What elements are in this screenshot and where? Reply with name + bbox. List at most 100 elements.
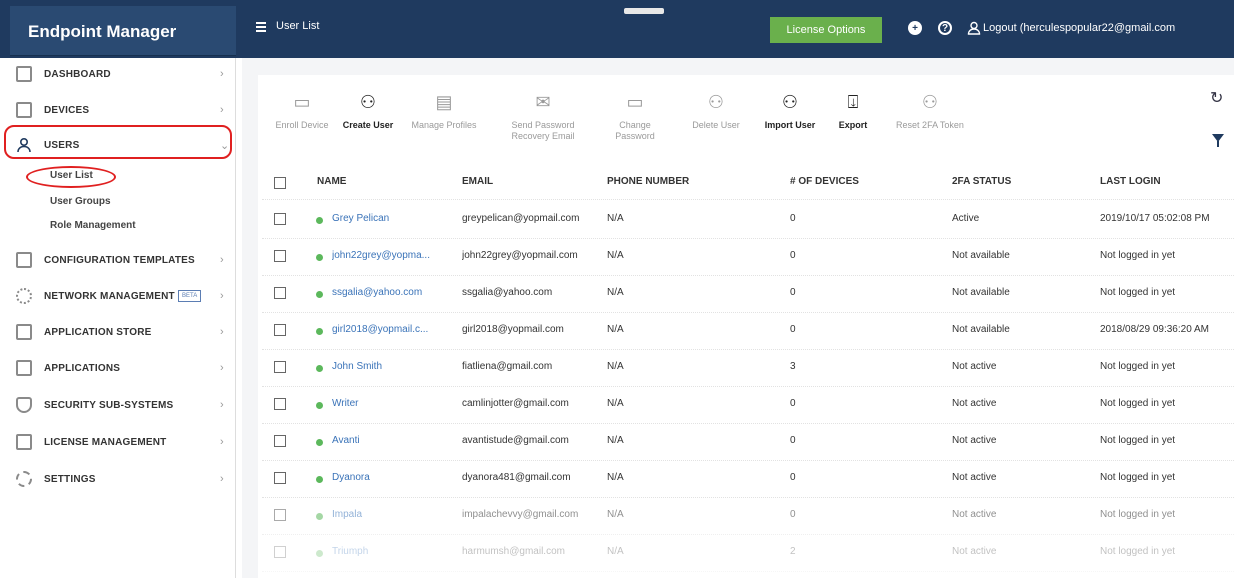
column-header-last-login[interactable]: LAST LOGIN: [1100, 176, 1234, 187]
sidebar-item-application-store[interactable]: APPLICATION STORE ›: [10, 318, 236, 346]
row-checkbox[interactable]: [274, 472, 286, 484]
column-header-phone[interactable]: PHONE NUMBER: [607, 176, 727, 187]
highlight-annotation-users: [4, 125, 232, 159]
cell-devices: 3: [790, 361, 796, 372]
cell-name[interactable]: Avanti: [332, 435, 452, 446]
status-dot: [316, 291, 323, 298]
row-checkbox[interactable]: [274, 250, 286, 262]
manage-profiles-button[interactable]: ▤ Manage Profiles: [404, 88, 484, 154]
cell-twofa: Not active: [952, 398, 997, 409]
add-icon[interactable]: +: [908, 21, 922, 35]
reset-2fa-token-button[interactable]: ⚇ Reset 2FA Token: [890, 88, 970, 154]
chevron-right-icon: ›: [220, 436, 224, 448]
table-row[interactable]: girl2018@yopmail.c... girl2018@yopmail.co…: [262, 313, 1234, 350]
license-options-button[interactable]: License Options: [770, 17, 882, 43]
create-user-button[interactable]: ⚇ Create User: [328, 88, 408, 154]
cell-name[interactable]: Triumph: [332, 546, 452, 557]
sidebar-item-security-sub-systems[interactable]: SECURITY SUB-SYSTEMS ›: [10, 391, 236, 419]
table-row[interactable]: John Smith fiatliena@gmail.com N/A 3 Not act…: [262, 350, 1234, 387]
row-checkbox[interactable]: [274, 361, 286, 373]
filter-icon[interactable]: [1212, 134, 1224, 147]
row-checkbox[interactable]: [274, 546, 286, 558]
cell-phone: N/A: [607, 472, 624, 483]
toolbar-label: Manage Profiles: [411, 120, 477, 130]
change-password-button[interactable]: ▭ Change Password: [595, 88, 675, 154]
cell-name[interactable]: john22grey@yopma...: [332, 250, 452, 261]
cell-email: fiatliena@gmail.com: [462, 361, 553, 372]
sidebar-item-label: APPLICATIONS: [44, 362, 121, 374]
cell-last-login: Not logged in yet: [1100, 361, 1176, 372]
status-dot: [316, 217, 323, 224]
cell-phone: N/A: [607, 250, 624, 261]
sidebar-item-devices[interactable]: DEVICES ›: [10, 96, 236, 124]
cell-last-login: Not logged in yet: [1100, 509, 1176, 520]
row-checkbox[interactable]: [274, 213, 286, 225]
cell-last-login: Not logged in yet: [1100, 287, 1176, 298]
shield-icon: [16, 397, 32, 413]
cell-email: john22grey@yopmail.com: [462, 250, 578, 261]
sidebar-item-network-management[interactable]: NETWORK MANAGEMENT BETA ›: [10, 282, 236, 310]
chevron-right-icon: ›: [220, 68, 224, 80]
row-checkbox[interactable]: [274, 435, 286, 447]
delete-user-button[interactable]: ⚇ Delete User: [676, 88, 756, 154]
cell-name[interactable]: Impala: [332, 509, 452, 520]
status-dot: [316, 513, 323, 520]
status-dot: [316, 476, 323, 483]
sidebar-item-configuration-templates[interactable]: CONFIGURATION TEMPLATES ›: [10, 246, 236, 274]
column-header-devices[interactable]: # OF DEVICES: [790, 176, 910, 187]
table-row[interactable]: Dyanora dyanora481@gmail.com N/A 0 Not activ…: [262, 461, 1234, 498]
column-header-email[interactable]: EMAIL: [462, 176, 602, 187]
table-row[interactable]: Triumph harmumsh@gmail.com N/A 2 Not active N…: [262, 535, 1234, 572]
sidebar-item-dashboard[interactable]: DASHBOARD ›: [10, 60, 236, 88]
cell-email: avantistude@gmail.com: [462, 435, 569, 446]
page-title: User List: [276, 20, 320, 32]
table-row[interactable]: Avanti avantistude@gmail.com N/A 0 Not activ…: [262, 424, 1234, 461]
cell-name[interactable]: girl2018@yopmail.c...: [332, 324, 452, 335]
cell-name[interactable]: Writer: [332, 398, 452, 409]
refresh-icon[interactable]: ↻: [1210, 88, 1223, 108]
dashboard-grid-icon: [16, 66, 32, 82]
chevron-right-icon: ›: [220, 399, 224, 411]
cell-name[interactable]: ssgalia@yahoo.com: [332, 287, 452, 298]
cell-twofa: Not active: [952, 435, 997, 446]
enroll-device-icon: ▭: [293, 92, 311, 112]
sidebar-item-settings[interactable]: SETTINGS ›: [10, 465, 236, 493]
sidebar-item-license-management[interactable]: LICENSE MANAGEMENT ›: [10, 428, 236, 456]
cell-last-login: Not logged in yet: [1100, 435, 1176, 446]
toolbar-label: Send Password Recovery Email: [511, 120, 575, 141]
drag-handle: [624, 8, 664, 14]
cell-email: harmumsh@gmail.com: [462, 546, 565, 557]
send-password-recovery-email-button[interactable]: ✉ Send Password Recovery Email: [498, 88, 588, 154]
table-row[interactable]: Writer camlinjotter@gmail.com N/A 0 Not acti…: [262, 387, 1234, 424]
row-checkbox[interactable]: [274, 398, 286, 410]
cell-twofa: Not available: [952, 250, 1010, 261]
toolbar-label: Export: [838, 120, 868, 130]
column-header-name[interactable]: NAME: [317, 176, 437, 187]
cell-devices: 0: [790, 509, 796, 520]
row-checkbox[interactable]: [274, 509, 286, 521]
row-checkbox[interactable]: [274, 324, 286, 336]
sidebar-subitem-role-management[interactable]: Role Management: [10, 218, 236, 236]
cell-phone: N/A: [607, 361, 624, 372]
cell-name[interactable]: Grey Pelican: [332, 213, 452, 224]
export-icon: ⍗: [847, 92, 859, 112]
sidebar-subitem-user-groups[interactable]: User Groups: [10, 194, 236, 212]
select-all-checkbox[interactable]: [274, 177, 286, 189]
cell-email: camlinjotter@gmail.com: [462, 398, 569, 409]
hamburger-menu-icon[interactable]: [256, 22, 266, 32]
cell-devices: 0: [790, 213, 796, 224]
export-button[interactable]: ⍗ Export: [813, 88, 893, 154]
table-row[interactable]: Grey Pelican greypelican@yopmail.com N/A 0 A…: [262, 202, 1234, 239]
table-row[interactable]: ssgalia@yahoo.com ssgalia@yahoo.com N/A 0 No…: [262, 276, 1234, 313]
logout-link[interactable]: Logout (herculespopular22@gmail.com: [983, 22, 1175, 34]
status-dot: [316, 328, 323, 335]
cell-last-login: Not logged in yet: [1100, 472, 1176, 483]
sidebar-item-applications[interactable]: APPLICATIONS ›: [10, 354, 236, 382]
cell-name[interactable]: John Smith: [332, 361, 452, 372]
table-row[interactable]: john22grey@yopma... john22grey@yopmail.co…: [262, 239, 1234, 276]
table-row[interactable]: Impala impalachevvy@gmail.com N/A 0 Not acti…: [262, 498, 1234, 535]
row-checkbox[interactable]: [274, 287, 286, 299]
help-icon[interactable]: ?: [938, 21, 952, 35]
cell-name[interactable]: Dyanora: [332, 472, 452, 483]
column-header-2fa-status[interactable]: 2FA STATUS: [952, 176, 1082, 187]
